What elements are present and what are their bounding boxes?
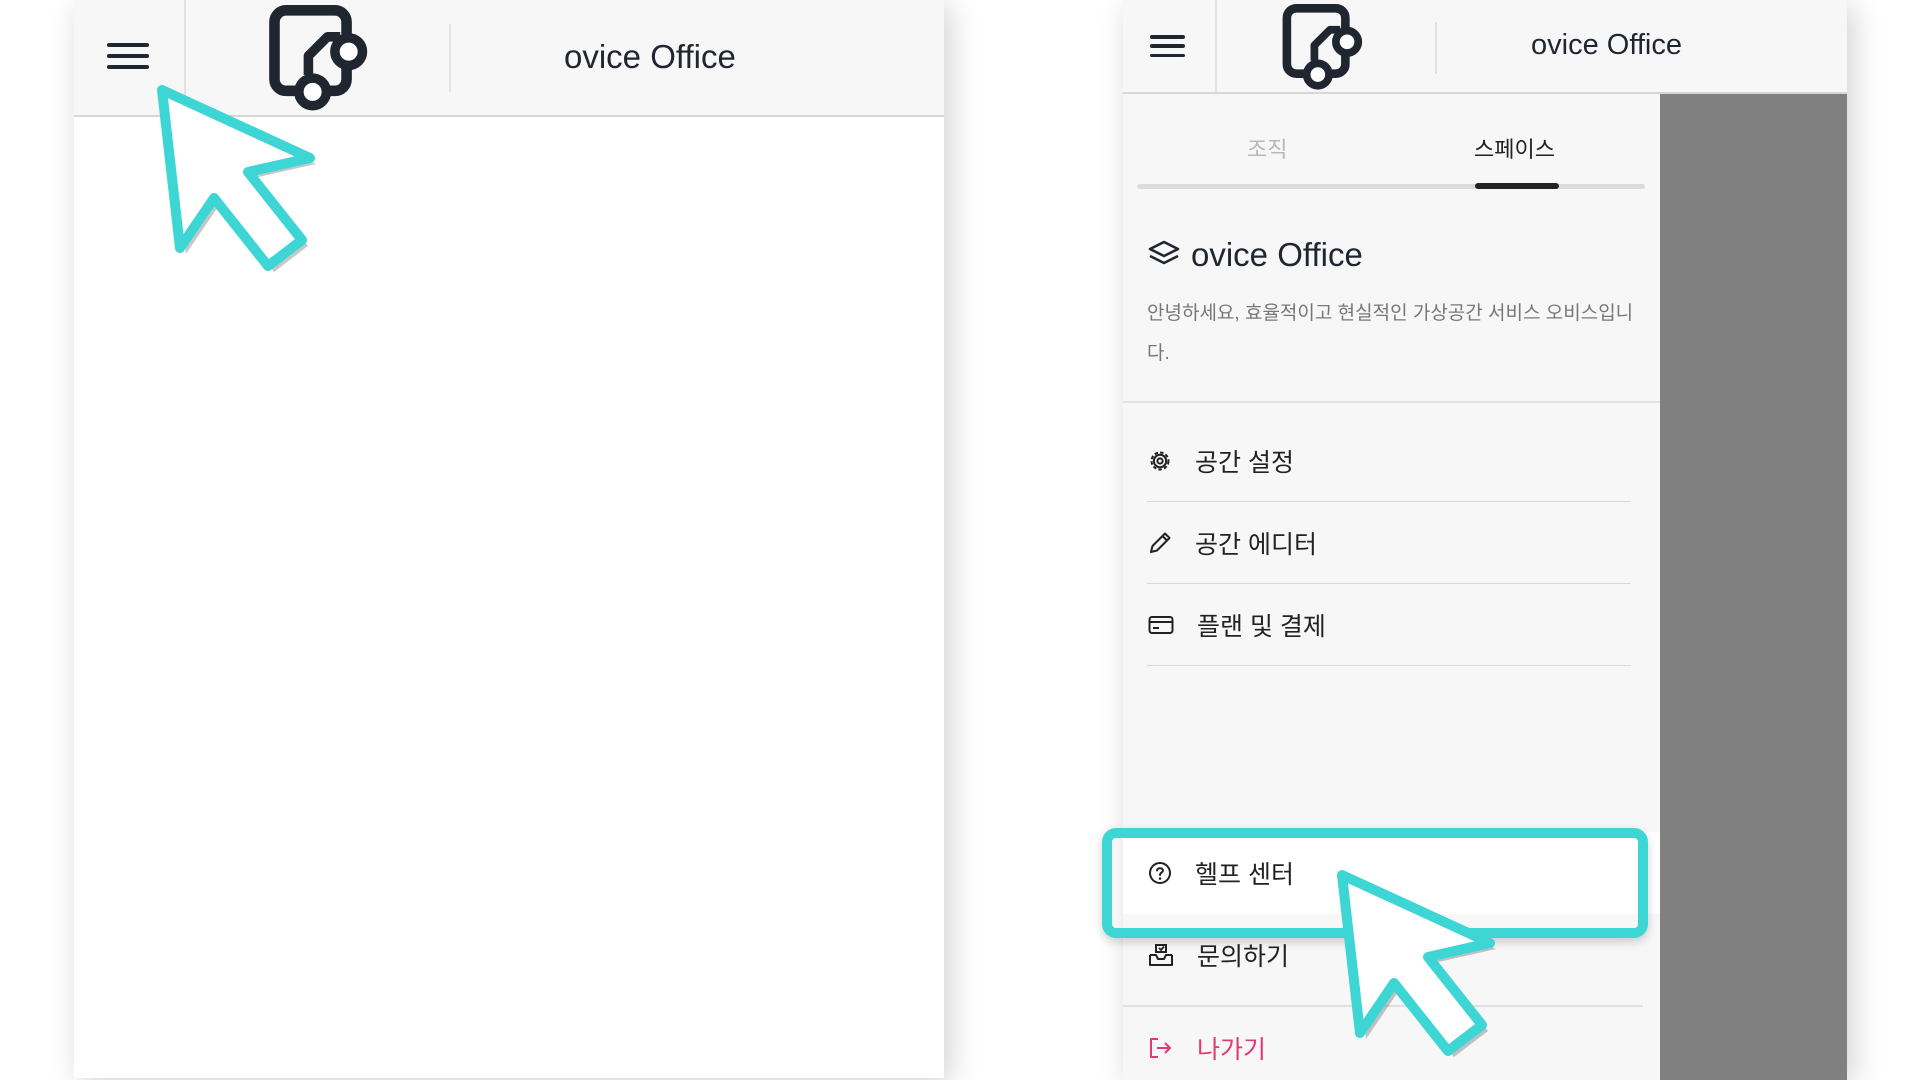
menu-item-plan-billing[interactable]: 플랜 및 결제 [1147, 584, 1631, 666]
side-drawer: 조직 스페이스 ovice Office 안녕하세요, 효율적이고 현실적인 가… [1123, 94, 1660, 1080]
space-description: 안녕하세요, 효율적이고 현실적인 가상공간 서비스 오비스입니다. [1147, 303, 1634, 364]
space-heading: ovice Office [1147, 236, 1363, 274]
menu-item-contact[interactable]: 문의하기 [1147, 914, 1631, 995]
gear-icon [1150, 451, 1170, 470]
space-name: ovice Office [1191, 236, 1363, 273]
ovice-logo-icon [269, 5, 368, 111]
app-header: ovice Office [1123, 0, 1847, 94]
tab-track [1137, 184, 1645, 189]
drawer-tabs: 조직 스페이스 [1137, 94, 1645, 192]
menu-item-exit[interactable]: 나가기 [1147, 1007, 1631, 1080]
hamburger-icon [107, 43, 149, 47]
header-divider [449, 24, 451, 92]
space-title: ovice Office [564, 38, 736, 75]
hamburger-menu-button[interactable] [107, 43, 149, 69]
logout-icon [1150, 1037, 1171, 1058]
tab-organization[interactable]: 조직 [1247, 132, 1287, 164]
drawer-backdrop-overlay[interactable] [1660, 94, 1847, 1080]
menu-item-help-center[interactable]: 헬프 센터 [1147, 832, 1631, 913]
header-divider [184, 0, 186, 115]
credit-card-icon [1148, 615, 1174, 634]
menu-item-space-editor[interactable]: 공간 에디터 [1147, 502, 1631, 584]
header-divider [1215, 0, 1217, 92]
layers-icon [1148, 240, 1180, 265]
tab-active-indicator [1475, 183, 1559, 189]
ovice-logo-icon [1282, 4, 1363, 90]
header-divider [1435, 22, 1437, 74]
hamburger-icon [1150, 35, 1185, 39]
pencil-icon [1150, 532, 1171, 553]
app-window-drawer-open: ovice Office 조직 스페이스 ovice Office 안녕하세요,… [1123, 0, 1847, 1080]
tab-space[interactable]: 스페이스 [1474, 132, 1555, 164]
menu-item-space-settings[interactable]: 공간 설정 [1147, 420, 1631, 502]
question-circle-icon [1149, 861, 1171, 884]
app-header: ovice Office [74, 0, 944, 117]
section-divider [1123, 401, 1660, 403]
space-title: ovice Office [1531, 29, 1682, 61]
hamburger-menu-button[interactable] [1150, 35, 1185, 57]
app-window-collapsed: ovice Office [74, 0, 944, 1078]
inbox-icon [1149, 943, 1173, 966]
